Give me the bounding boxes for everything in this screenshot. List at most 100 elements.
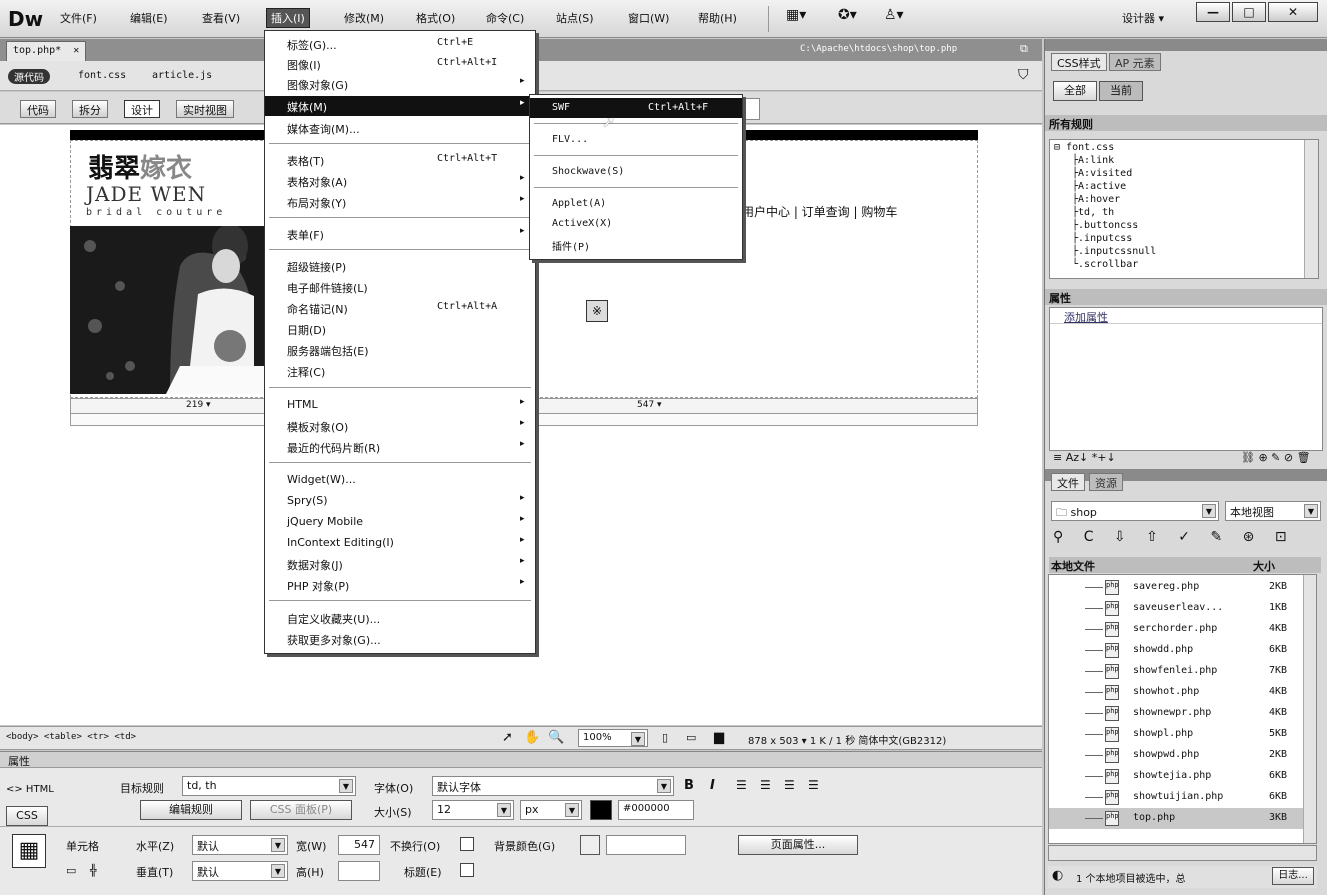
hand-tool-icon[interactable]: ✋ <box>524 730 540 745</box>
color-input[interactable]: #000000 <box>618 800 694 820</box>
submenu-item-flv[interactable]: FLV... <box>530 130 742 150</box>
menu-edit[interactable]: 编辑(E) <box>130 10 168 26</box>
height-input[interactable] <box>338 861 380 881</box>
rule-actions-icon[interactable]: ⛓ ⊕ ✎ ⊘ 🗑 <box>1241 451 1311 464</box>
menu-item-named-anchor[interactable]: 命名锚记(N) Ctrl+Alt+A <box>265 298 535 318</box>
top-nav-links[interactable]: 用户中心 | 订单查询 | 购物车 <box>742 203 897 220</box>
menu-insert[interactable]: 插入(I) <box>266 8 310 28</box>
target-rule-select[interactable]: td, th ▼ <box>182 776 356 796</box>
menu-item-email-link[interactable]: 电子邮件链接(L) <box>265 277 535 297</box>
file-row[interactable]: php saveuserleav... 1KB <box>1049 598 1304 619</box>
filter-icon[interactable]: ⛉ <box>1018 67 1029 83</box>
source-code-button[interactable]: 源代码 <box>8 69 50 84</box>
file-row[interactable]: php showtejia.php 6KB <box>1049 766 1304 787</box>
menu-item-widget[interactable]: Widget(W)... <box>265 470 535 490</box>
current-mode-button[interactable]: 当前 <box>1099 81 1143 101</box>
close-window-button[interactable]: ✕ <box>1268 2 1318 22</box>
related-file-article-js[interactable]: article.js <box>152 70 212 81</box>
horz-select[interactable]: 默认 ▼ <box>192 835 288 855</box>
edit-rule-button[interactable]: 编辑规则 <box>140 800 242 820</box>
menu-item-jquery-mobile[interactable]: jQuery Mobile ▸ <box>265 512 535 532</box>
live-view-button[interactable]: 实时视图 <box>176 100 234 118</box>
css-mode-button[interactable]: CSS <box>6 806 48 826</box>
log-button[interactable]: 日志... <box>1272 867 1314 885</box>
swf-placeholder-icon[interactable]: ※ <box>586 300 608 322</box>
files-hscrollbar[interactable] <box>1048 845 1317 861</box>
tab-assets[interactable]: 资源 <box>1089 473 1123 491</box>
site-icon[interactable]: ♙▾ <box>884 7 904 29</box>
layout-icon[interactable]: ▦▾ <box>786 7 806 29</box>
menu-item-table[interactable]: 表格(T) Ctrl+Alt+T <box>265 150 535 170</box>
page-properties-button[interactable]: 页面属性... <box>738 835 858 855</box>
tab-top-php[interactable]: top.php* ✕ <box>6 41 87 61</box>
all-mode-button[interactable]: 全部 <box>1053 81 1097 101</box>
menu-item-recent-snippets[interactable]: 最近的代码片断(R) ▸ <box>265 437 535 457</box>
file-row[interactable]: php savereg.php 2KB <box>1049 577 1304 598</box>
italic-button[interactable]: I <box>710 778 715 793</box>
menu-help[interactable]: 帮助(H) <box>698 10 737 26</box>
menu-item-custom-favorites[interactable]: 自定义收藏夹(U)... <box>265 608 535 628</box>
file-row[interactable]: php showpwd.php 2KB <box>1049 745 1304 766</box>
menu-item-layout-objects[interactable]: 布局对象(Y) ▸ <box>265 192 535 212</box>
minimize-button[interactable]: — <box>1196 2 1230 22</box>
file-row[interactable]: php showtuijian.php 6KB <box>1049 787 1304 808</box>
maximize-button[interactable]: □ <box>1232 2 1266 22</box>
close-tab-icon[interactable]: ✕ <box>73 45 79 56</box>
html-mode-button[interactable]: <> HTML <box>6 784 54 795</box>
file-row[interactable]: php showdd.php 6KB <box>1049 640 1304 661</box>
width-input[interactable]: 547 <box>338 835 380 855</box>
col-size[interactable]: 大小 <box>1253 558 1275 574</box>
rule-item[interactable]: ├.inputcss <box>1072 233 1132 244</box>
css-properties-area[interactable]: 添加属性 <box>1049 307 1323 451</box>
menu-item-template-objects[interactable]: 模板对象(O) ▸ <box>265 416 535 436</box>
menu-item-image-objects[interactable]: 图像对象(G) ▸ <box>265 74 535 94</box>
menu-item-comment[interactable]: 注释(C) <box>265 361 535 381</box>
menu-item-hyperlink[interactable]: 超级链接(P) <box>265 256 535 276</box>
header-checkbox[interactable] <box>460 863 474 877</box>
bg-color-swatch[interactable] <box>580 835 600 855</box>
select-tool-icon[interactable]: ➚ <box>502 730 513 745</box>
files-scrollbar[interactable] <box>1303 575 1316 843</box>
align-justify-icon[interactable]: ☰ <box>808 778 819 792</box>
design-view-button[interactable]: 设计 <box>124 100 160 118</box>
tablet-size-icon[interactable]: ▭ <box>686 731 696 744</box>
nowrap-checkbox[interactable] <box>460 837 474 851</box>
col-width-left[interactable]: 219 ▾ <box>186 400 211 410</box>
code-view-button[interactable]: 代码 <box>20 100 56 118</box>
workspace-switcher[interactable]: 设计器 ▾ <box>1122 10 1164 26</box>
tag-selector[interactable]: <body> <table> <tr> <td> <box>6 732 136 742</box>
align-right-icon[interactable]: ☰ <box>784 778 795 792</box>
menu-item-date[interactable]: 日期(D) <box>265 319 535 339</box>
unit-select[interactable]: px ▼ <box>520 800 582 820</box>
bg-color-input[interactable] <box>606 835 686 855</box>
zoom-tool-icon[interactable]: 🔍 <box>548 730 564 745</box>
file-row[interactable]: php showhot.php 4KB <box>1049 682 1304 703</box>
menu-item-php-objects[interactable]: PHP 对象(P) ▸ <box>265 575 535 595</box>
split-view-button[interactable]: 拆分 <box>72 100 108 118</box>
menu-item-image[interactable]: 图像(I) Ctrl+Alt+I <box>265 54 535 74</box>
related-file-font-css[interactable]: font.css <box>78 70 126 81</box>
menu-item-incontext-editing[interactable]: InContext Editing(I) ▸ <box>265 533 535 553</box>
restore-icon[interactable]: ⧉ <box>1020 42 1028 56</box>
view-select[interactable]: 本地视图 ▼ <box>1225 501 1321 521</box>
rule-item[interactable]: ├.inputcssnull <box>1072 246 1156 257</box>
extend-icon[interactable]: ✪▾ <box>838 7 857 29</box>
menu-window[interactable]: 窗口(W) <box>628 10 669 26</box>
files-toolbar-icons[interactable]: ⚲ C ⇩ ⇧ ✓ ✎ ⊛ ⊡ <box>1053 529 1295 545</box>
submenu-item-plugin[interactable]: 插件(P) <box>530 234 742 254</box>
font-select[interactable]: 默认字体 ▼ <box>432 776 674 796</box>
desktop-size-icon[interactable]: ▆ <box>714 730 724 745</box>
submenu-item-swf[interactable]: SWF Ctrl+Alt+F <box>530 98 742 118</box>
file-row[interactable]: php shownewpr.php 4KB <box>1049 703 1304 724</box>
site-select[interactable]: 🗀 shop ▼ <box>1051 501 1219 521</box>
menu-item-get-more-objects[interactable]: 获取更多对象(G)... <box>265 629 535 649</box>
menu-item-server-include[interactable]: 服务器端包括(E) <box>265 340 535 360</box>
rule-item[interactable]: ├A:hover <box>1072 194 1120 205</box>
color-swatch[interactable] <box>590 800 612 820</box>
file-row[interactable]: php showpl.php 5KB <box>1049 724 1304 745</box>
menu-item-html[interactable]: HTML ▸ <box>265 395 535 415</box>
menu-item-form[interactable]: 表单(F) ▸ <box>265 224 535 244</box>
col-local-files[interactable]: 本地文件 <box>1051 558 1095 574</box>
align-center-icon[interactable]: ☰ <box>760 778 771 792</box>
rule-item[interactable]: ├.buttoncss <box>1072 220 1138 231</box>
